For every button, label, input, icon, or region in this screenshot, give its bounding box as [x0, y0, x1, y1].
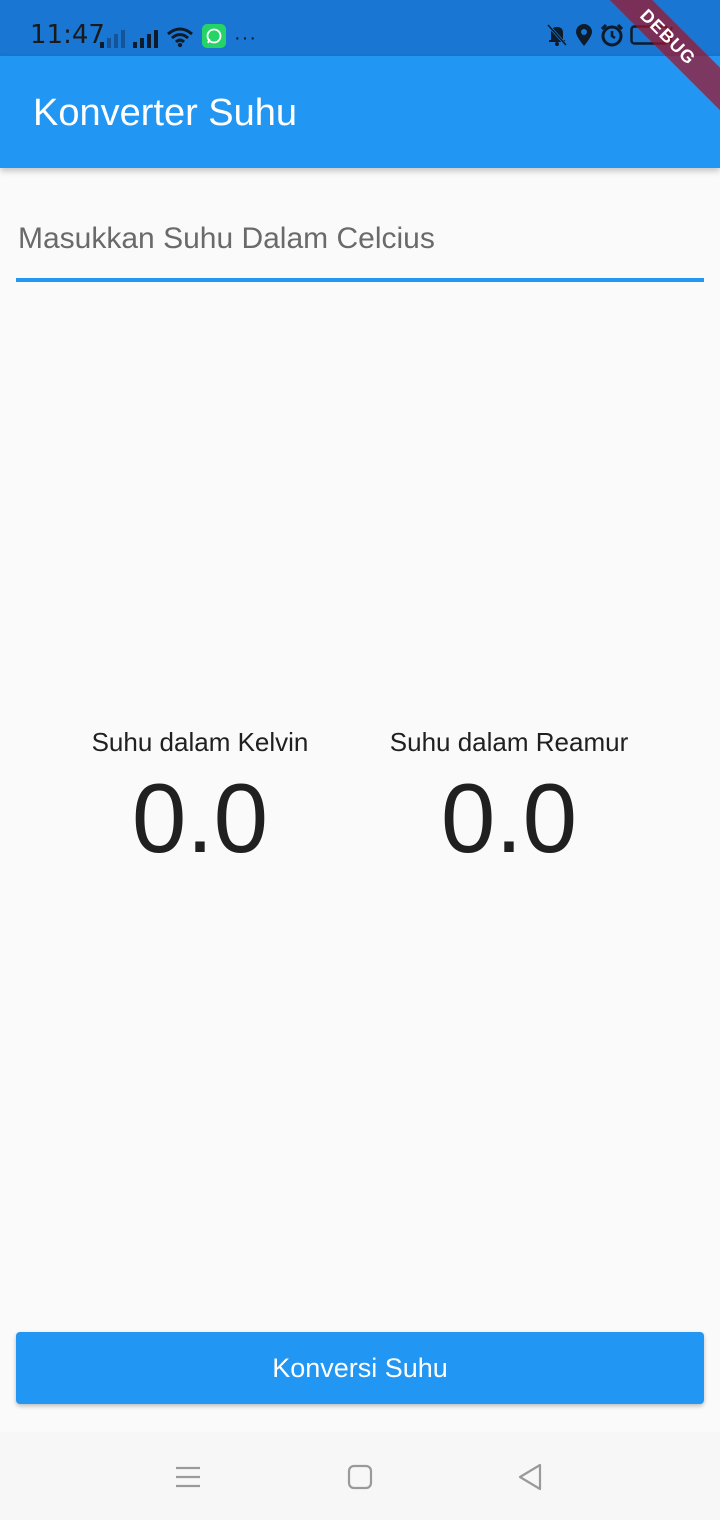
mute-icon [546, 23, 568, 47]
kelvin-value: 0.0 [131, 763, 269, 873]
menu-icon[interactable] [168, 1462, 208, 1492]
reamur-result: Suhu dalam Reamur 0.0 [359, 722, 659, 874]
reamur-label: Suhu dalam Reamur [389, 727, 629, 757]
status-bar: 11:47 ··· [0, 0, 720, 56]
home-icon[interactable] [340, 1462, 380, 1492]
celsius-input[interactable] [16, 200, 704, 278]
convert-button[interactable]: Konversi Suhu [16, 1332, 704, 1404]
more-dots-icon: ··· [234, 27, 257, 49]
kelvin-result: Suhu dalam Kelvin 0.0 [50, 722, 350, 874]
signal-2-icon [133, 28, 158, 48]
celsius-input-field [16, 200, 704, 282]
kelvin-label: Suhu dalam Kelvin [91, 727, 309, 757]
back-icon[interactable] [510, 1462, 550, 1492]
page-title: Konverter Suhu [33, 92, 298, 134]
reamur-value: 0.0 [440, 763, 578, 873]
signal-1-icon [100, 28, 125, 48]
wifi-icon [167, 27, 193, 48]
app-bar: Konverter Suhu [0, 56, 720, 168]
location-icon [576, 24, 592, 46]
input-underline [16, 278, 704, 282]
whatsapp-icon [202, 24, 226, 48]
alarm-icon [600, 23, 624, 47]
status-time: 11:47 [30, 20, 105, 50]
status-left-icons: ··· [100, 22, 257, 48]
system-nav-bar [0, 1432, 720, 1520]
